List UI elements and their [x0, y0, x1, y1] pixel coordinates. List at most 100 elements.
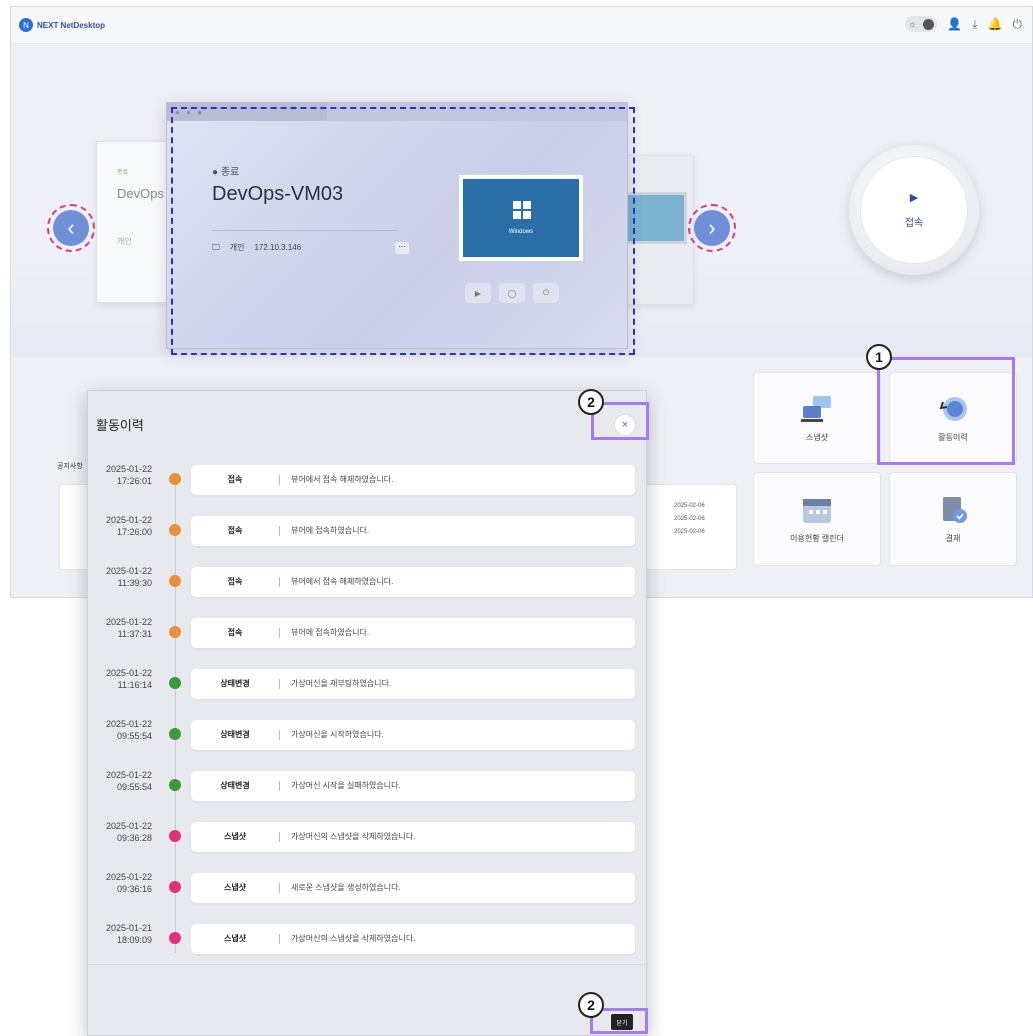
activity-item: 상태변경 가상머신 시작을 실패하였습니다. [191, 771, 635, 801]
time: 09:55:54 [116, 731, 152, 741]
separator [279, 679, 280, 689]
prev-arrow-button[interactable]: ‹ [53, 210, 89, 246]
separator [279, 934, 280, 944]
next-arrow-button[interactable]: › [694, 210, 730, 246]
date: 2025-01-22 [105, 821, 152, 831]
bell-icon[interactable]: 🔔 [988, 17, 1003, 31]
logo[interactable]: N NEXT NetDesktop [19, 18, 105, 32]
logout-icon[interactable]: ⏻ [1013, 17, 1023, 32]
user-icon[interactable]: 👤 [947, 17, 962, 31]
date: 2025-01-21 [105, 923, 152, 933]
activity-category: 스냅샷 [223, 883, 247, 892]
time: 09:36:16 [116, 884, 152, 894]
separator [279, 526, 280, 536]
notice-date: 2025-02-06 [674, 503, 705, 509]
status-dot [169, 626, 181, 638]
activity-message: 뷰어에서 접속 해제하였습니다. [291, 577, 394, 586]
separator [279, 832, 280, 842]
activity-item: 접속 뷰어에 접속하였습니다. [191, 516, 635, 546]
activity-item: 스냅샷 가상머신의 스냅샷을 삭제하였습니다. [191, 822, 635, 852]
activity-category: 접속 [227, 526, 243, 535]
theme-toggle[interactable]: ☼ [905, 16, 938, 32]
activity-category: 접속 [227, 628, 243, 637]
activity-history-modal: 활동이력 × 2025-01-22 17:26:01 접속 뷰어에서 접속 해제하였습… [87, 390, 647, 1036]
activity-category: 접속 [227, 475, 243, 484]
timestamp: 2025-01-22 09:36:28 [94, 820, 152, 844]
activity-message: 뷰어에서 접속 해제하였습니다. [291, 475, 394, 484]
approval-tile[interactable]: 결재 [889, 472, 1017, 566]
status-dot [169, 779, 181, 791]
time: 18:09:09 [116, 935, 152, 945]
time: 11:37:31 [117, 629, 152, 639]
status-dot [169, 524, 181, 536]
download-icon[interactable]: ⤓ [972, 17, 977, 32]
top-bar: N NEXT NetDesktop ☼ 👤 ⤓ 🔔 ⏻ [11, 7, 1032, 44]
top-icons: ☼ 👤 ⤓ 🔔 ⏻ [905, 16, 1022, 32]
timestamp: 2025-01-22 09:36:16 [94, 871, 152, 895]
time: 11:16:14 [117, 680, 152, 690]
calendar-icon [799, 495, 835, 525]
status-dot [169, 473, 181, 485]
time: 17:26:00 [116, 527, 152, 537]
timeline-row: 2025-01-21 18:09:09 스냅샷 가상머신의 스냅샷을 삭제하였습니다. [88, 922, 646, 958]
activity-category: 스냅샷 [223, 832, 247, 841]
highlight-activity [877, 357, 1015, 465]
snapshot-label: 스냅샷 [805, 432, 829, 442]
connect-button[interactable]: ▶ 접속 [849, 145, 979, 275]
activity-message: 뷰어에 접속하였습니다. [291, 628, 370, 637]
timeline-row: 2025-01-22 09:36:28 스냅샷 가상머신의 스냅샷을 삭제하였습니다. [88, 820, 646, 856]
timeline-row: 2025-01-22 17:26:01 접속 뷰어에서 접속 해제하였습니다. [88, 463, 646, 499]
timestamp: 2025-01-22 11:39:30 [94, 565, 152, 589]
timestamp: 2025-01-22 11:16:14 [94, 667, 152, 691]
status-dot [169, 728, 181, 740]
modal-title: 활동이력 [96, 418, 144, 433]
separator [279, 883, 280, 893]
activity-item: 스냅샷 새로운 스냅샷을 생성하였습니다. [191, 873, 635, 903]
connect-label: 접속 [904, 218, 924, 229]
notice-dates: 2025-02-06 2025-02-06 2025-02-06 [674, 500, 705, 539]
activity-message: 가상머신 시작을 실패하였습니다. [291, 781, 401, 790]
date: 2025-01-22 [105, 617, 152, 627]
activity-category: 스냅샷 [223, 934, 247, 943]
date: 2025-01-22 [105, 770, 152, 780]
separator [279, 577, 280, 587]
modal-footer [88, 964, 646, 1035]
annotation-badge-1: 1 [866, 344, 892, 370]
date: 2025-01-22 [105, 872, 152, 882]
toggle-knob [923, 18, 935, 30]
activity-item: 상태변경 가상머신을 시작하였습니다. [191, 720, 635, 750]
usage-calendar-tile[interactable]: 이용현황 캘린더 [753, 472, 881, 566]
separator [279, 628, 280, 638]
close-button[interactable]: 닫기 [611, 1014, 633, 1030]
annotation-badge-2: 2 [578, 389, 604, 415]
status-dot [169, 830, 181, 842]
prev-vm-status: 종료 [117, 170, 129, 176]
timestamp: 2025-01-22 09:55:54 [94, 718, 152, 742]
date: 2025-01-22 [105, 719, 152, 729]
timestamp: 2025-01-21 18:09:09 [94, 922, 152, 946]
notice-label: 공지사항 [57, 463, 83, 470]
approval-label: 결재 [945, 533, 961, 543]
snapshot-tile[interactable]: 스냅샷 [753, 372, 881, 464]
activity-message: 뷰어에 접속하였습니다. [291, 526, 370, 535]
time: 09:55:54 [116, 782, 152, 792]
highlight-current-vm [171, 107, 635, 355]
activity-item: 접속 뷰어에 접속하였습니다. [191, 618, 635, 648]
timeline-row: 2025-01-22 11:39:30 접속 뷰어에서 접속 해제하였습니다. [88, 565, 646, 601]
activity-item: 상태변경 가상머신을 재부팅하였습니다. [191, 669, 635, 699]
date: 2025-01-22 [105, 515, 152, 525]
usage-calendar-label: 이용현황 캘린더 [790, 533, 844, 543]
logo-text: NEXT NetDesktop [37, 20, 106, 30]
play-icon: ▶ [909, 192, 919, 204]
activity-category: 상태변경 [220, 730, 250, 739]
timeline-row: 2025-01-22 09:36:16 스냅샷 새로운 스냅샷을 생성하였습니다. [88, 871, 646, 907]
activity-category: 상태변경 [220, 781, 250, 790]
snapshot-icon [799, 394, 835, 424]
status-dot [169, 881, 181, 893]
activity-message: 가상머신의 스냅샷을 삭제하였습니다. [291, 934, 416, 943]
connect-button-face: ▶ 접속 [861, 157, 967, 263]
status-dot [169, 575, 181, 587]
timestamp: 2025-01-22 09:55:54 [94, 769, 152, 793]
timeline-row: 2025-01-22 11:16:14 상태변경 가상머신을 재부팅하였습니다. [88, 667, 646, 703]
prev-vm-name: DevOps [117, 186, 164, 201]
